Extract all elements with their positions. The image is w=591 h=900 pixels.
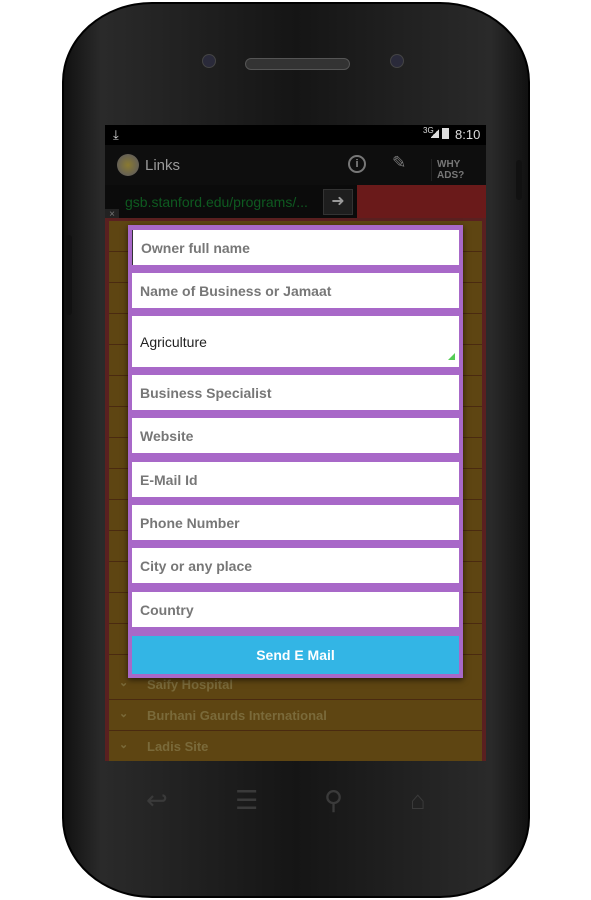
battery-icon bbox=[442, 128, 449, 139]
edit-add-icon[interactable]: ✎ bbox=[392, 153, 406, 173]
chevron-down-icon: ⌄ bbox=[119, 708, 129, 720]
volume-button bbox=[66, 235, 72, 315]
clock: 8:10 bbox=[455, 127, 481, 142]
app-title: Links bbox=[145, 157, 181, 174]
list-item[interactable]: ⌄ Ladis Site bbox=[109, 731, 482, 761]
info-icon[interactable]: i bbox=[348, 155, 366, 173]
home-icon[interactable]: ⌂ bbox=[410, 785, 426, 816]
app-logo-icon[interactable] bbox=[117, 154, 139, 176]
ad-banner[interactable] bbox=[357, 185, 486, 219]
action-bar: Links i ✎ WHY ADS? bbox=[105, 145, 486, 185]
owner-name-input[interactable]: Owner full name bbox=[132, 230, 459, 265]
front-camera bbox=[202, 54, 216, 68]
speaker bbox=[245, 58, 350, 70]
send-email-button[interactable]: Send E Mail bbox=[132, 636, 459, 674]
phone-input[interactable]: Phone Number bbox=[132, 505, 459, 540]
sensor bbox=[390, 54, 404, 68]
dropdown-corner-icon bbox=[448, 353, 455, 360]
business-specialist-input[interactable]: Business Specialist bbox=[132, 375, 459, 410]
download-icon: ⤓ bbox=[113, 127, 119, 142]
city-input[interactable]: City or any place bbox=[132, 548, 459, 583]
category-select[interactable]: Agriculture bbox=[132, 316, 459, 367]
business-form-dialog: Owner full name Name of Business or Jama… bbox=[128, 225, 463, 678]
go-arrow-button[interactable]: ➜ bbox=[323, 189, 353, 215]
status-bar: ⤓ 3G 8:10 bbox=[105, 125, 486, 145]
website-input[interactable]: Website bbox=[132, 418, 459, 453]
menu-icon[interactable]: ☰ bbox=[235, 785, 258, 816]
chevron-down-icon: ⌄ bbox=[119, 677, 129, 689]
list-item[interactable]: ⌄ Burhani Gaurds International bbox=[109, 700, 482, 731]
country-input[interactable]: Country bbox=[132, 592, 459, 627]
chevron-down-icon: ⌄ bbox=[119, 739, 129, 751]
back-icon[interactable]: ↩ bbox=[146, 785, 168, 816]
url-link[interactable]: gsb.stanford.edu/programs/... bbox=[125, 194, 308, 210]
business-name-input[interactable]: Name of Business or Jamaat bbox=[132, 273, 459, 308]
why-ads-button[interactable]: WHY ADS? bbox=[431, 159, 486, 181]
signal-icon bbox=[431, 128, 439, 138]
power-button bbox=[516, 160, 522, 200]
email-input[interactable]: E-Mail Id bbox=[132, 462, 459, 497]
search-icon[interactable]: ⚲ bbox=[324, 785, 343, 816]
